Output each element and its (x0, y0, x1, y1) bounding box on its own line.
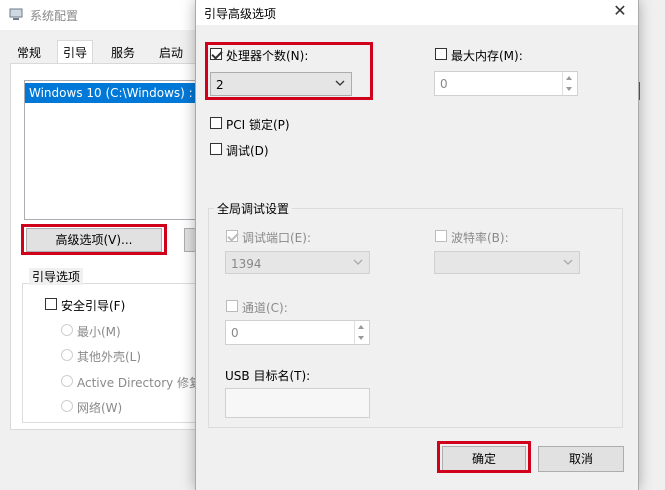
radio-minimal[interactable] (61, 324, 73, 336)
os-list-item[interactable]: Windows 10 (C:\Windows) : 当 (25, 83, 205, 103)
os-list[interactable]: Windows 10 (C:\Windows) : 当 (24, 80, 206, 220)
advanced-options-button[interactable]: 高级选项(V)... (26, 228, 162, 252)
global-debug-title: 全局调试设置 (214, 200, 293, 217)
radio-network[interactable] (61, 400, 73, 412)
processors-label: 处理器个数(N): (226, 49, 309, 63)
dialog-title: 引导高级选项 (204, 7, 277, 21)
debug-label: 调试(D) (226, 144, 269, 158)
baud-rate-select[interactable] (434, 251, 580, 274)
tab-startup[interactable]: 启动 (154, 43, 188, 63)
dialog-title-bar: 引导高级选项 ✕ (196, 0, 638, 25)
radio-alternate-shell-label: 其他外壳(L) (77, 350, 142, 364)
safe-boot-label: 安全引导(F) (61, 299, 126, 313)
max-memory-label: 最大内存(M): (451, 49, 523, 63)
usb-target-input[interactable] (225, 388, 370, 418)
radio-ad-repair[interactable] (61, 375, 73, 387)
chevron-down-icon (563, 259, 573, 265)
processors-value: 2 (216, 78, 224, 92)
debug-port-select[interactable]: 1394 (225, 251, 370, 274)
pci-lock-label: PCI 锁定(P) (226, 118, 290, 132)
boot-options-title: 引导选项 (29, 268, 84, 285)
cancel-button[interactable]: 取消 (538, 446, 624, 472)
debug-port-label: 调试端口(E): (242, 231, 311, 245)
computer-icon (9, 8, 23, 20)
channel-value: 0 (231, 326, 239, 340)
usb-target-label: USB 目标名(T): (225, 369, 311, 383)
debug-checkbox[interactable] (210, 143, 222, 155)
max-memory-spinner[interactable]: 0 (434, 71, 578, 96)
radio-minimal-label: 最小(M) (77, 325, 121, 339)
max-memory-spin-buttons[interactable] (562, 72, 577, 95)
channel-spin-buttons[interactable] (354, 321, 369, 344)
radio-alternate-shell[interactable] (61, 349, 73, 361)
baud-rate-label: 波特率(B): (451, 231, 509, 245)
debug-port-value: 1394 (231, 257, 262, 271)
tab-general[interactable]: 常规 (12, 43, 46, 63)
max-memory-checkbox[interactable] (435, 48, 447, 60)
boot-advanced-options-dialog: 引导高级选项 ✕ 处理器个数(N): 2 最大内存(M): 0 PCI 锁定(P… (196, 0, 638, 490)
processors-select[interactable]: 2 (210, 72, 352, 96)
debug-port-checkbox[interactable] (226, 230, 238, 242)
bg-window-right-area (638, 0, 665, 490)
chevron-down-icon (353, 259, 363, 265)
radio-ad-repair-label: Active Directory 修复 (77, 376, 202, 390)
safe-boot-checkbox[interactable] (45, 298, 57, 310)
bg-window-title: 系统配置 (30, 9, 79, 23)
processors-checkbox[interactable] (210, 48, 222, 60)
bg-selection-edge (638, 82, 640, 100)
channel-label: 通道(C): (242, 301, 288, 315)
ok-button[interactable]: 确定 (442, 446, 526, 472)
pci-lock-checkbox[interactable] (210, 117, 222, 129)
chevron-down-icon (335, 80, 345, 86)
tab-boot[interactable]: 引导 (57, 40, 94, 65)
close-icon[interactable]: ✕ (612, 3, 628, 19)
max-memory-value: 0 (440, 77, 448, 91)
baud-rate-checkbox[interactable] (435, 230, 447, 242)
channel-spinner[interactable]: 0 (225, 320, 370, 345)
radio-network-label: 网络(W) (77, 401, 123, 415)
channel-checkbox[interactable] (226, 300, 238, 312)
tab-services[interactable]: 服务 (106, 43, 140, 63)
